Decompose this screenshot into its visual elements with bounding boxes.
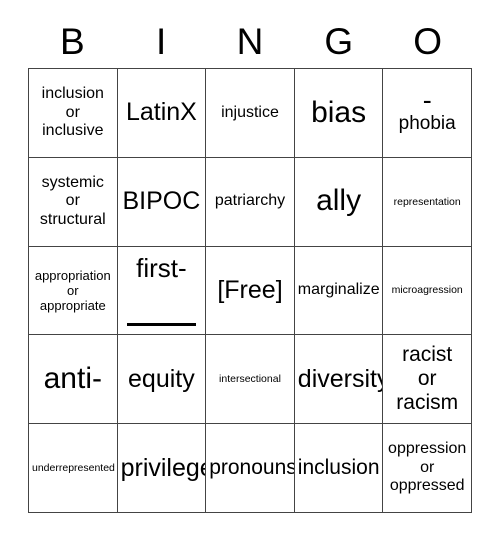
bingo-header-letter-i: I	[156, 20, 167, 62]
bingo-cell-label: first-	[136, 252, 187, 283]
bingo-cell-bipoc[interactable]: BIPOC	[117, 157, 207, 247]
bingo-cell-label: patriarchy	[214, 192, 286, 210]
bingo-cell-inclusion-or-inclusive[interactable]: inclusion or inclusive	[29, 69, 118, 158]
bingo-cell-label: systemic or structural	[39, 173, 106, 228]
bingo-cell-patriarchy[interactable]: patriarchy	[206, 157, 295, 247]
bingo-cell-label: pronouns	[209, 455, 295, 479]
bingo-cell-underrepresented[interactable]: underrepresented	[29, 424, 118, 513]
bingo-cell-bias[interactable]: bias	[294, 69, 384, 158]
bingo-cell-microagression[interactable]: microagression	[383, 246, 472, 336]
bingo-card: B I N G O inclusion or inclusive LatinX in…	[0, 0, 500, 544]
bingo-cell-equity[interactable]: equity	[117, 335, 207, 425]
bingo-cell-label: intersectional	[219, 373, 281, 386]
bingo-cell-first[interactable]: first-	[117, 246, 207, 336]
bingo-cell-intersectional[interactable]: intersectional	[206, 335, 295, 425]
bingo-cell-pronouns[interactable]: pronouns	[206, 424, 295, 513]
bingo-cell-label: diversity	[297, 364, 384, 393]
bingo-cell-label: LatinX	[125, 98, 197, 127]
bingo-header-row: B I N G O	[28, 14, 472, 68]
bingo-grid: inclusion or inclusive LatinX injustice bia…	[28, 68, 472, 513]
bingo-cell-label: ally	[316, 184, 362, 218]
bingo-cell-label: microagression	[391, 284, 463, 297]
bingo-cell-latinx[interactable]: LatinX	[117, 69, 207, 158]
bingo-cell-injustice[interactable]: injustice	[206, 69, 295, 158]
bingo-cell-label: racist or racism	[396, 342, 459, 415]
bingo-cell-label: equity	[128, 364, 195, 393]
bingo-header-letter-g: G	[324, 20, 354, 62]
bingo-cell-label: BIPOC	[122, 187, 201, 216]
bingo-cell-label: appropriation or appropriate	[34, 267, 111, 314]
bingo-cell-phobia[interactable]: - phobia	[383, 69, 472, 158]
bingo-cell-diversity[interactable]: diversity	[294, 335, 384, 425]
bingo-cell-systemic-or-structural[interactable]: systemic or structural	[29, 157, 118, 247]
bingo-header-letter-n: N	[236, 20, 264, 62]
bingo-cell-prefix-dash: -	[422, 85, 432, 116]
bingo-cell-ally[interactable]: ally	[294, 157, 384, 247]
bingo-cell-label: marginalize	[297, 281, 380, 299]
bingo-cell-label: inclusion	[297, 455, 380, 479]
bingo-cell-privilege[interactable]: privilege	[117, 424, 207, 513]
bingo-header-letter-b: B	[60, 20, 85, 62]
bingo-cell-label: oppression or oppressed	[388, 440, 467, 495]
bingo-cell-label: [Free]	[217, 275, 283, 304]
bingo-cell-label: anti-	[43, 361, 102, 395]
bingo-cell-free-space[interactable]: [Free]	[206, 246, 295, 336]
bingo-cell-label: inclusion or inclusive	[41, 85, 104, 140]
bingo-cell-oppression-or-oppressed[interactable]: oppression or oppressed	[383, 424, 472, 513]
bingo-cell-label: underrepresented	[32, 462, 115, 474]
bingo-cell-label: bias	[311, 95, 367, 129]
fill-in-the-blank-rule	[126, 323, 197, 327]
bingo-cell-label: phobia	[398, 113, 456, 135]
bingo-header-letter-o: O	[413, 20, 442, 62]
bingo-cell-representation[interactable]: representation	[383, 157, 472, 247]
bingo-cell-appropriation-or-appropriate[interactable]: appropriation or appropriate	[29, 246, 118, 336]
bingo-cell-label: representation	[393, 195, 461, 208]
bingo-cell-marginalize[interactable]: marginalize	[294, 246, 384, 336]
bingo-cell-label: privilege	[120, 453, 207, 482]
bingo-cell-label: injustice	[221, 103, 279, 121]
bingo-cell-racist-or-racism[interactable]: racist or racism	[383, 335, 472, 425]
bingo-cell-anti[interactable]: anti-	[29, 335, 118, 425]
bingo-cell-inclusion[interactable]: inclusion	[294, 424, 384, 513]
